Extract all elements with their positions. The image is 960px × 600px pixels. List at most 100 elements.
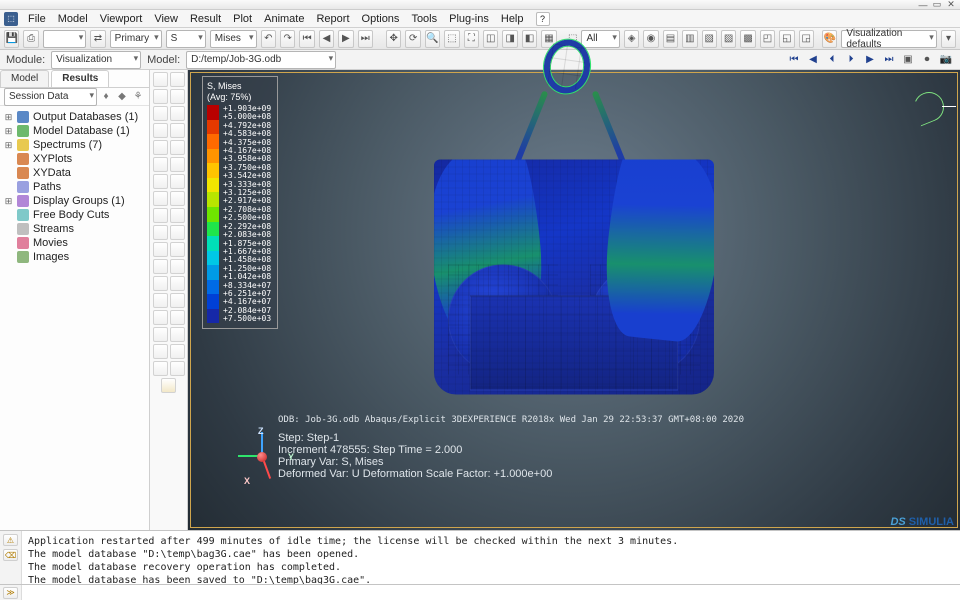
pb-prevplay-icon[interactable]: ◀ <box>805 53 821 67</box>
pan-icon[interactable]: ✥ <box>386 30 401 48</box>
toolbox-button[interactable] <box>153 208 168 223</box>
expander-icon[interactable]: ⊞ <box>4 140 13 151</box>
render-style-icon[interactable]: 🎨 <box>822 30 837 48</box>
minimize-button[interactable]: — <box>918 1 928 9</box>
model-combo[interactable]: D:/temp/Job-3G.odb <box>186 51 336 69</box>
toolbox-button[interactable] <box>153 140 168 155</box>
tree-node[interactable]: Streams <box>2 222 147 236</box>
tree-node[interactable]: XYPlots <box>2 152 147 166</box>
toolbox-button[interactable] <box>153 242 168 257</box>
toolbox-button[interactable] <box>153 361 168 376</box>
menu-tools[interactable]: Tools <box>405 13 443 25</box>
toolbox-button[interactable] <box>170 327 185 342</box>
menu-animate[interactable]: Animate <box>258 13 310 25</box>
toolbox-button[interactable] <box>170 310 185 325</box>
tree-node[interactable]: Paths <box>2 180 147 194</box>
menu-options[interactable]: Options <box>356 13 406 25</box>
pb-nextplay-icon[interactable]: ▶ <box>862 53 878 67</box>
rotate-icon[interactable]: ⟳ <box>405 30 420 48</box>
undo-icon[interactable]: ↶ <box>261 30 276 48</box>
menu-report[interactable]: Report <box>310 13 355 25</box>
first-frame-icon[interactable]: ⏮ <box>299 30 314 48</box>
sel10-icon[interactable]: ◲ <box>799 30 814 48</box>
context-help-icon[interactable]: ? <box>536 12 550 26</box>
sel2-icon[interactable]: ◉ <box>643 30 658 48</box>
toolbox-button[interactable] <box>170 361 185 376</box>
toolbox-button[interactable] <box>153 276 168 291</box>
pb-cam-icon[interactable]: 📷 <box>938 53 954 67</box>
prev-frame-icon[interactable]: ◀ <box>319 30 334 48</box>
sel5-icon[interactable]: ▧ <box>702 30 717 48</box>
menu-result[interactable]: Result <box>184 13 227 25</box>
toolbox-button[interactable] <box>153 293 168 308</box>
sel4-icon[interactable]: ▥ <box>682 30 697 48</box>
toolbox-button[interactable] <box>170 140 185 155</box>
toolbox-button[interactable] <box>153 259 168 274</box>
toolbox-button[interactable] <box>153 174 168 189</box>
close-button[interactable]: ✕ <box>946 1 956 9</box>
sel8-icon[interactable]: ◰ <box>760 30 775 48</box>
toolbox-button[interactable] <box>153 157 168 172</box>
tree-node[interactable]: ⊞Spectrums (7) <box>2 138 147 152</box>
cli-input[interactable] <box>22 585 960 600</box>
results-tree[interactable]: ⊞Output Databases (1)⊞Model Database (1)… <box>0 106 149 530</box>
tree-filter-icon[interactable]: ⚘ <box>131 90 145 104</box>
toolbox-button[interactable] <box>153 89 168 104</box>
view2-icon[interactable]: ◨ <box>502 30 517 48</box>
tool-save-icon[interactable]: 💾 <box>4 30 19 48</box>
maximize-button[interactable]: ▭ <box>932 1 942 9</box>
toolbox-button[interactable] <box>153 310 168 325</box>
toolbox-button[interactable] <box>170 225 185 240</box>
fit-icon[interactable]: ⛶ <box>464 30 479 48</box>
tab-results[interactable]: Results <box>51 70 109 87</box>
toolbox-button[interactable] <box>170 208 185 223</box>
eyedropper-tool-icon[interactable] <box>161 378 176 393</box>
toolbox-button[interactable] <box>170 259 185 274</box>
tree-node[interactable]: Movies <box>2 236 147 250</box>
toolbox-button[interactable] <box>170 157 185 172</box>
tab-model[interactable]: Model <box>0 70 49 87</box>
pb-next-icon[interactable]: ⏵ <box>843 53 859 67</box>
message-log[interactable]: Application restarted after 499 minutes … <box>22 531 960 584</box>
msg-clear-icon[interactable]: ⌫ <box>3 549 18 561</box>
tree-node[interactable]: Free Body Cuts <box>2 208 147 222</box>
toolbox-button[interactable] <box>153 123 168 138</box>
menu-file[interactable]: File <box>22 13 52 25</box>
view3-icon[interactable]: ◧ <box>522 30 537 48</box>
menu-viewport[interactable]: Viewport <box>94 13 149 25</box>
tree-expand-icon[interactable]: ◆ <box>115 90 129 104</box>
toolbox-button[interactable] <box>170 293 185 308</box>
toolbox-button[interactable] <box>153 72 168 87</box>
sync-icon[interactable]: ⇄ <box>90 30 105 48</box>
sel7-icon[interactable]: ▩ <box>740 30 755 48</box>
session-data-combo[interactable]: Session Data <box>4 88 97 106</box>
tree-collapse-icon[interactable]: ♦ <box>99 90 113 104</box>
sel3-icon[interactable]: ▤ <box>663 30 678 48</box>
toolbox-button[interactable] <box>153 191 168 206</box>
toolbox-button[interactable] <box>153 344 168 359</box>
tree-node[interactable]: Images <box>2 250 147 264</box>
menu-view[interactable]: View <box>148 13 184 25</box>
boxzoom-icon[interactable]: ⬚ <box>444 30 459 48</box>
last-frame-icon[interactable]: ⏭ <box>358 30 373 48</box>
next-frame-icon[interactable]: ▶ <box>338 30 353 48</box>
pb-prev-icon[interactable]: ⏴ <box>824 53 840 67</box>
cli-toggle-icon[interactable]: ≫ <box>3 587 18 599</box>
toolbox-button[interactable] <box>170 106 185 121</box>
toolbox-button[interactable] <box>170 242 185 257</box>
tree-node[interactable]: ⊞Output Databases (1) <box>2 110 147 124</box>
pb-record-icon[interactable]: ⏺ <box>919 53 935 67</box>
toolbox-button[interactable] <box>170 344 185 359</box>
field-output-combo[interactable] <box>43 30 86 48</box>
expander-icon[interactable]: ⊞ <box>4 112 13 123</box>
invariant-combo[interactable]: Mises <box>210 30 257 48</box>
sel6-icon[interactable]: ▨ <box>721 30 736 48</box>
zoom-icon[interactable]: 🔍 <box>425 30 440 48</box>
tree-node[interactable]: ⊞Display Groups (1) <box>2 194 147 208</box>
view1-icon[interactable]: ◫ <box>483 30 498 48</box>
viz-defaults-combo[interactable]: Visualization defaults <box>841 30 936 48</box>
3d-compass[interactable] <box>914 90 948 124</box>
viewport[interactable]: S, Mises (Avg: 75%) +1.903e+09+5.000e+08… <box>188 70 960 530</box>
viz-extra-icon[interactable]: ▾ <box>941 30 956 48</box>
redo-icon[interactable]: ↷ <box>280 30 295 48</box>
